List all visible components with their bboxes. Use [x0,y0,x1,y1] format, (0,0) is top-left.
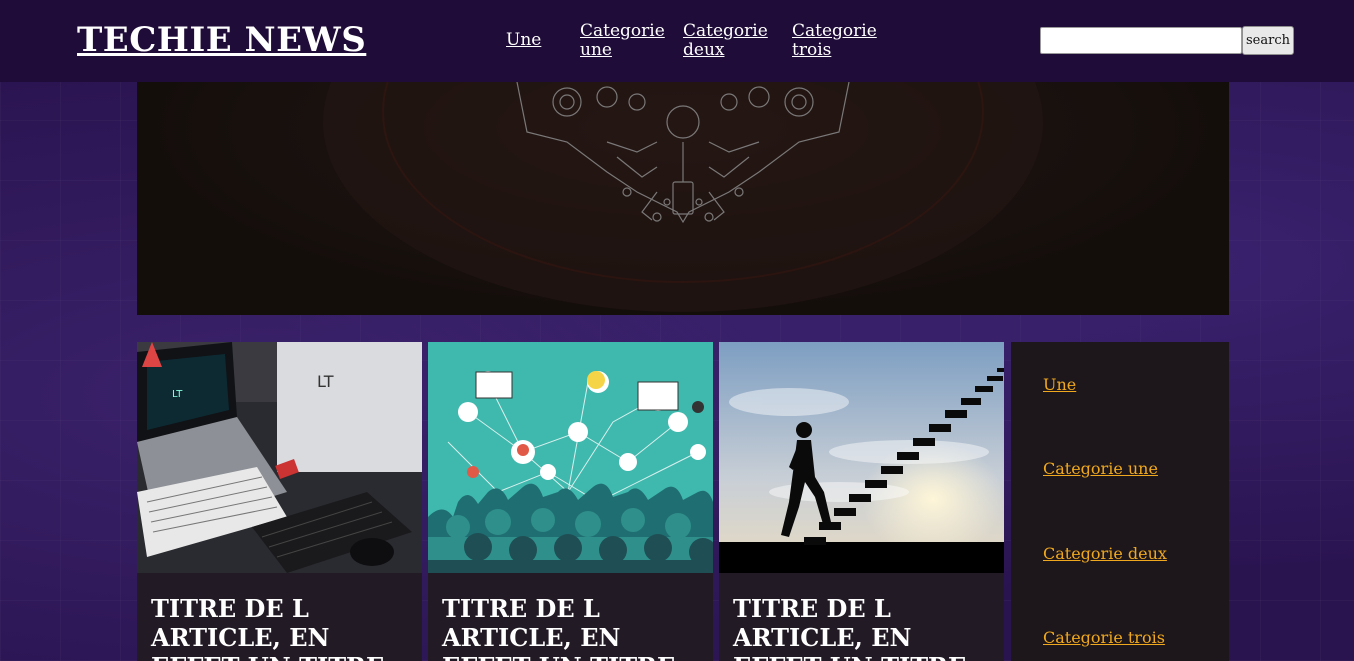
article-image-stairs[interactable] [719,342,1004,573]
nav-item-une[interactable]: Une [506,31,541,50]
article-title[interactable]: TITRE DE L ARTICLE, EN EFFET UN TITRE [151,594,416,661]
article-image-laptop[interactable]: LT LT [137,342,422,573]
article-title[interactable]: TITRE DE L ARTICLE, EN EFFET UN TITRE [733,594,998,661]
article-image-network[interactable] [428,342,713,573]
article-card[interactable]: TITRE DE L ARTICLE, EN EFFET UN TITRE [428,342,713,661]
article-card[interactable]: LT LT TITRE DE L ARTICLE, EN EFFET UN TI… [137,342,422,661]
nav-item-categorie-une[interactable]: Categorie une [580,22,670,60]
site-header: TECHIE NEWS Une Categorie une Categorie … [0,0,1354,82]
nav-item-categorie-deux[interactable]: Categorie deux [683,22,773,60]
article-card[interactable]: TITRE DE L ARTICLE, EN EFFET UN TITRE [719,342,1004,661]
sidebar-item-categorie-deux[interactable]: Categorie deux [1043,544,1167,563]
sidebar: Une Categorie une Categorie deux Categor… [1011,342,1229,661]
svg-text:LT: LT [317,372,334,391]
article-title[interactable]: TITRE DE L ARTICLE, EN EFFET UN TITRE [442,594,707,661]
nav-item-categorie-trois[interactable]: Categorie trois [792,22,882,60]
sidebar-item-categorie-trois[interactable]: Categorie trois [1043,628,1165,647]
site-logo[interactable]: TECHIE NEWS [77,20,366,60]
search-button[interactable]: search [1242,26,1294,55]
hero-banner [137,82,1229,315]
sidebar-item-categorie-une[interactable]: Categorie une [1043,459,1158,478]
sidebar-item-une[interactable]: Une [1043,375,1076,394]
svg-text:LT: LT [172,389,183,400]
hero-mechanical-art [323,82,1043,312]
search-input[interactable] [1040,27,1242,54]
